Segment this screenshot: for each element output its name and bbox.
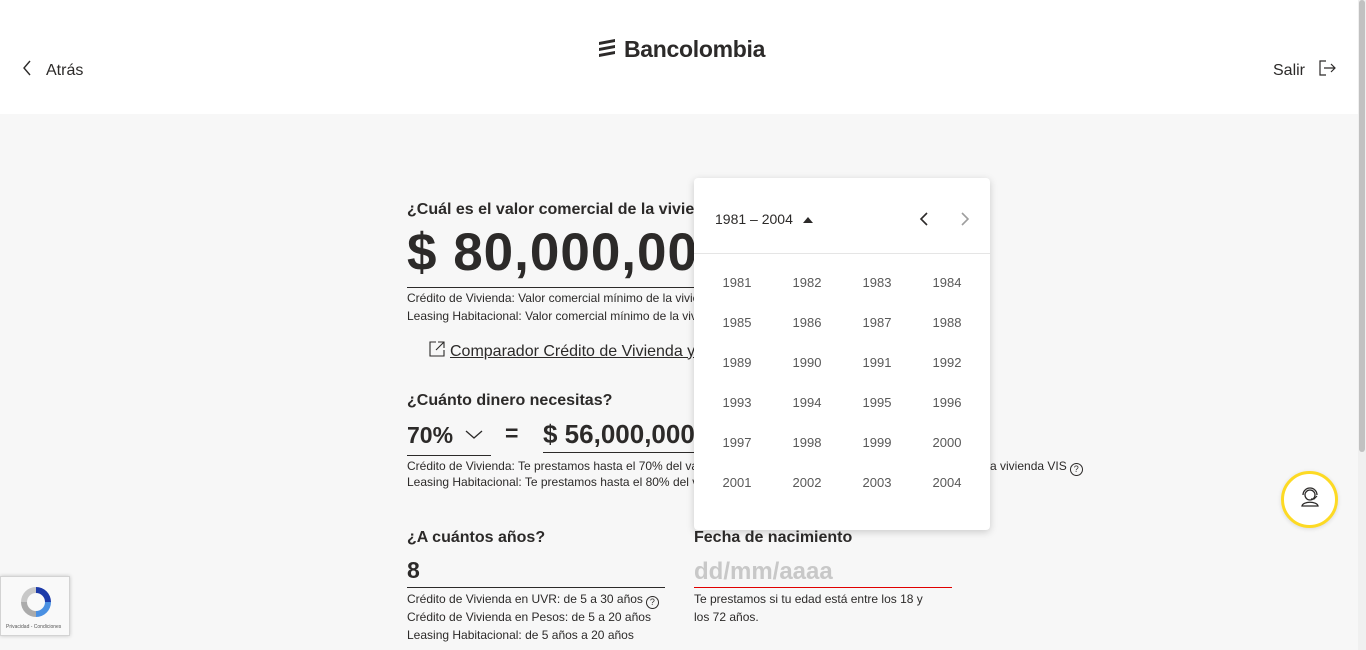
birthdate-input[interactable] xyxy=(694,556,952,588)
loan-note-leasing: Leasing Habitacional: Te prestamos hasta… xyxy=(407,475,719,489)
percent-value: 70% xyxy=(407,422,454,448)
year-option[interactable]: 1985 xyxy=(702,302,772,342)
percent-select[interactable]: 70% xyxy=(407,422,483,449)
term-note-leasing: Leasing Habitacional: de 5 años a 20 año… xyxy=(407,628,634,642)
term-note-pesos: Crédito de Vivienda en Pesos: de 5 a 20 … xyxy=(407,610,651,624)
recaptcha-icon xyxy=(18,584,54,625)
term-note-uvr-text: Crédito de Vivienda en UVR: de 5 a 30 añ… xyxy=(407,592,643,606)
year-option[interactable]: 1981 xyxy=(702,262,772,302)
year-option[interactable]: 1996 xyxy=(912,382,982,422)
bancolombia-logo: Bancolombia xyxy=(596,36,765,63)
year-option[interactable]: 1987 xyxy=(842,302,912,342)
help-icon[interactable]: ? xyxy=(645,595,659,609)
property-value-question: ¿Cuál es el valor comercial de la vivien… xyxy=(407,201,733,218)
year-range-toggle[interactable]: 1981 – 2004 xyxy=(715,210,813,228)
previous-years-button[interactable] xyxy=(915,208,933,230)
loan-note-credito-end: a vivienda VIS? xyxy=(990,459,1083,476)
chevron-right-icon xyxy=(961,212,970,226)
scrollbar-thumb[interactable] xyxy=(1359,0,1365,452)
chat-support-button[interactable] xyxy=(1281,471,1338,528)
year-option[interactable]: 1984 xyxy=(912,262,982,302)
header: Atrás Bancolombia Salir xyxy=(0,0,1358,114)
term-underline xyxy=(407,587,665,588)
exit-icon xyxy=(1319,60,1337,81)
back-label: Atrás xyxy=(46,61,84,79)
exit-button[interactable]: Salir xyxy=(1273,60,1337,81)
year-option[interactable]: 2004 xyxy=(912,462,982,502)
back-button[interactable]: Atrás xyxy=(22,60,83,81)
chevron-left-icon xyxy=(919,212,928,226)
logo-icon xyxy=(596,36,618,63)
logo-text: Bancolombia xyxy=(624,36,766,62)
year-option[interactable]: 2002 xyxy=(772,462,842,502)
year-option[interactable]: 1986 xyxy=(772,302,842,342)
term-note-uvr: Crédito de Vivienda en UVR: de 5 a 30 añ… xyxy=(407,592,659,609)
year-grid: 1981 1982 1983 1984 1985 1986 1987 1988 1989 1990… xyxy=(702,262,982,502)
year-option[interactable]: 1992 xyxy=(912,342,982,382)
exit-label: Salir xyxy=(1273,61,1306,79)
birthdate-question: Fecha de nacimiento xyxy=(694,529,853,546)
year-option[interactable]: 1995 xyxy=(842,382,912,422)
year-option[interactable]: 1989 xyxy=(702,342,772,382)
year-option[interactable]: 1998 xyxy=(772,422,842,462)
term-input[interactable]: 8 xyxy=(407,557,420,584)
loan-note-vis-text: a vivienda VIS xyxy=(990,459,1067,473)
birthdate-note-line2: los 72 años. xyxy=(694,610,759,624)
year-option[interactable]: 1991 xyxy=(842,342,912,382)
birthdate-error-underline xyxy=(694,587,952,588)
year-option[interactable]: 1993 xyxy=(702,382,772,422)
year-option[interactable]: 1988 xyxy=(912,302,982,342)
caret-up-icon xyxy=(802,210,813,228)
loan-amount-question: ¿Cuánto dinero necesitas? xyxy=(407,392,613,409)
recaptcha-badge[interactable]: Privacidad - Condiciones xyxy=(0,576,70,636)
property-value-input[interactable]: $ 80,000,000 xyxy=(407,222,728,283)
loan-note-credito: Crédito de Vivienda: Te prestamos hasta … xyxy=(407,459,712,473)
year-option[interactable]: 1997 xyxy=(702,422,772,462)
year-option[interactable]: 2001 xyxy=(702,462,772,502)
property-note-leasing: Leasing Habitacional: Valor comercial mí… xyxy=(407,309,727,323)
birthdate-note-line1: Te prestamos si tu edad está entre los 1… xyxy=(694,592,923,606)
chat-agent-icon xyxy=(1298,485,1322,514)
year-option[interactable]: 2000 xyxy=(912,422,982,462)
year-picker-popup: 1981 – 2004 1981 1982 1983 1984 1985 1986 1987… xyxy=(694,178,990,530)
year-picker-header: 1981 – 2004 xyxy=(694,178,990,254)
year-range-label: 1981 – 2004 xyxy=(715,211,793,227)
next-years-button[interactable] xyxy=(956,208,974,230)
term-question: ¿A cuántos años? xyxy=(407,529,546,546)
chevron-left-icon xyxy=(22,60,32,81)
recaptcha-text[interactable]: Privacidad - Condiciones xyxy=(6,624,61,630)
property-note-credito: Crédito de Vivienda: Valor comercial mín… xyxy=(407,291,720,305)
year-option[interactable]: 2003 xyxy=(842,462,912,502)
percent-underline xyxy=(407,455,491,456)
year-option[interactable]: 1994 xyxy=(772,382,842,422)
year-option[interactable]: 1999 xyxy=(842,422,912,462)
page-scrollbar[interactable] xyxy=(1358,0,1366,650)
help-icon[interactable]: ? xyxy=(1069,462,1083,476)
year-option[interactable]: 1983 xyxy=(842,262,912,302)
equals-sign: = xyxy=(505,420,519,446)
year-option[interactable]: 1990 xyxy=(772,342,842,382)
loan-amount-value: $ 56,000,000 xyxy=(543,419,695,449)
external-link-icon xyxy=(428,340,446,363)
year-option[interactable]: 1982 xyxy=(772,262,842,302)
chevron-down-icon xyxy=(465,427,483,445)
